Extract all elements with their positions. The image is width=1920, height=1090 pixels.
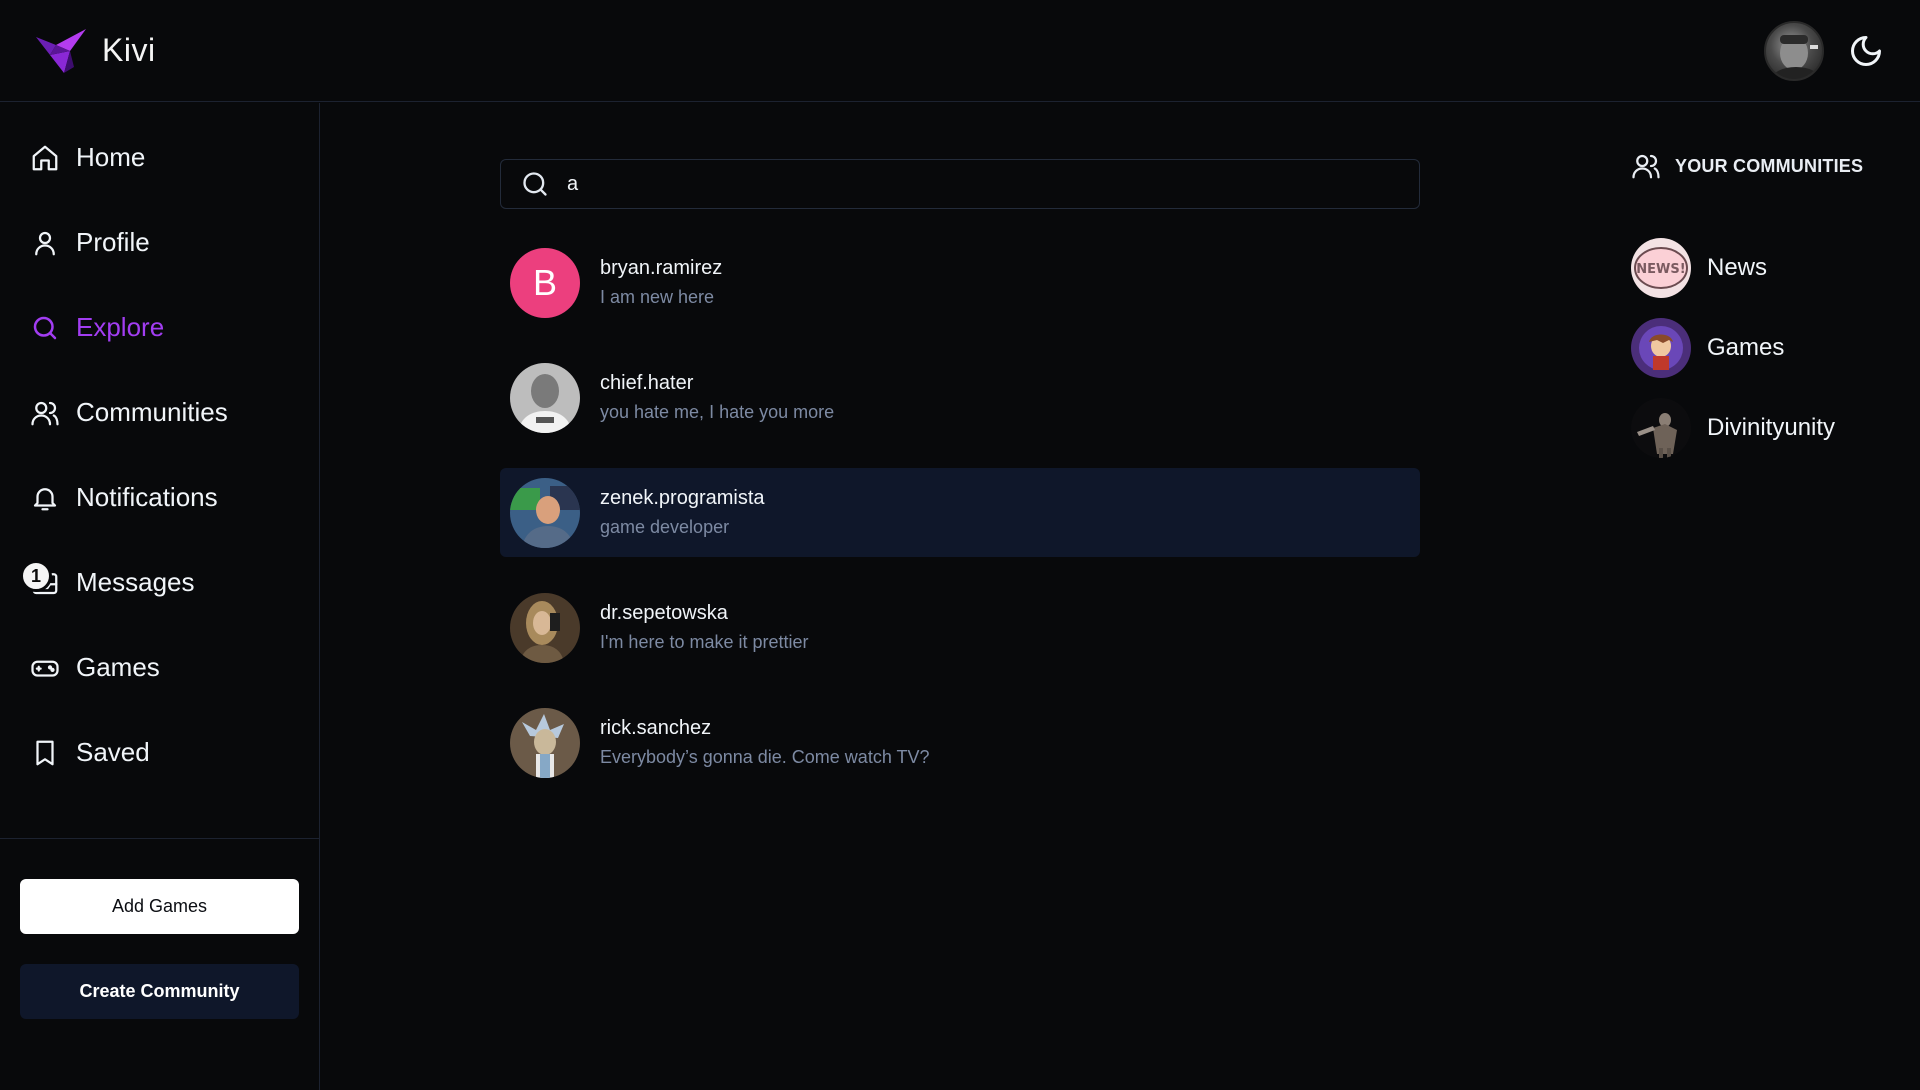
explore-main: B bryan.ramirez I am new here chief.hate… [321,103,1600,1090]
community-name: News [1707,254,1768,281]
avatar [510,477,580,548]
theme-toggle-button[interactable] [1846,31,1886,71]
sidebar-item-profile[interactable]: Profile [0,200,319,285]
sidebar-divider [0,838,319,839]
result-item[interactable]: zenek.programista game developer [500,468,1420,557]
communities-heading-label: YOUR COMMUNITIES [1675,155,1864,176]
communities-list: NEWS! News Games Divinityunity [1631,228,1835,468]
user-bio: you hate me, I hate you more [600,402,835,422]
create-community-button[interactable]: Create Community [20,964,299,1019]
sidebar-item-label: Profile [76,227,150,257]
community-avatar [1631,398,1691,458]
kivi-logo-icon [36,28,86,73]
result-item[interactable]: chief.hater you hate me, I hate you more [500,353,1420,442]
user-bio: I'm here to make it prettier [600,632,809,652]
sidebar-item-label: Explore [76,312,165,342]
bookmark-icon [30,738,60,768]
username: bryan.ramirez [600,257,723,279]
search-icon [30,313,60,343]
sidebar-item-label: Notifications [76,482,218,512]
users-icon [1632,154,1660,179]
avatar [510,592,580,663]
top-bar: Kivi [0,0,1920,102]
sidebar-item-notifications[interactable]: Notifications [0,455,319,540]
gamepad-icon [30,653,60,683]
avatar [510,362,580,433]
sidebar: Home Profile Explore Communities Notific… [0,103,320,1090]
username: dr.sepetowska [600,602,728,624]
community-item-divinityunity[interactable]: Divinityunity [1631,388,1835,468]
user-bio: game developer [600,517,730,537]
avatar [510,707,580,778]
sidebar-nav: Home Profile Explore Communities Notific… [0,103,319,795]
avatar: B [510,247,580,318]
sidebar-item-label: Home [76,142,146,172]
username: rick.sanchez [600,717,712,739]
brand[interactable]: Kivi [34,25,156,77]
sidebar-item-label: Messages [76,567,195,597]
community-item-news[interactable]: NEWS! News [1631,228,1835,308]
search-input[interactable] [567,172,1387,196]
communities-panel: YOUR COMMUNITIES NEWS! News Games Divini… [1601,103,1920,1090]
sidebar-item-communities[interactable]: Communities [0,370,319,455]
username: chief.hater [600,372,694,394]
avatar-image [1772,34,1820,79]
bell-icon [30,483,60,513]
search-icon [523,172,547,196]
users-icon [30,398,60,428]
username: zenek.programista [600,487,765,509]
moon-icon [1851,35,1881,66]
user-bio: Everybody’s gonna die. Come watch TV? [600,747,930,767]
user-bio: I am new here [600,287,715,307]
community-item-games[interactable]: Games [1631,308,1835,388]
user-avatar[interactable] [1764,20,1824,81]
sidebar-item-games[interactable]: Games [0,625,319,710]
sidebar-item-home[interactable]: Home [0,115,319,200]
result-item[interactable]: dr.sepetowska I'm here to make it pretti… [500,583,1420,672]
user-icon [30,228,60,258]
sidebar-item-messages[interactable]: 1 Messages [0,540,319,625]
svg-text:NEWS!: NEWS! [1636,262,1685,277]
community-name: Games [1707,334,1785,361]
add-games-button[interactable]: Add Games [20,879,299,934]
search-results: B bryan.ramirez I am new here chief.hate… [500,238,1420,813]
sidebar-item-label: Communities [76,397,228,427]
messages-badge: 1 [20,560,52,592]
sidebar-item-label: Games [76,652,160,682]
community-avatar: NEWS! [1631,238,1691,298]
search-bar[interactable] [500,159,1420,209]
community-name: Divinityunity [1707,414,1836,441]
sidebar-item-label: Saved [76,737,150,767]
sidebar-item-explore[interactable]: Explore [0,285,319,370]
sidebar-item-saved[interactable]: Saved [0,710,319,795]
home-icon [30,143,60,173]
app-name: Kivi [102,32,156,68]
communities-heading: YOUR COMMUNITIES [1631,151,1863,181]
community-avatar [1631,318,1691,378]
result-item[interactable]: rick.sanchez Everybody’s gonna die. Come… [500,698,1420,787]
result-item[interactable]: B bryan.ramirez I am new here [500,238,1420,327]
